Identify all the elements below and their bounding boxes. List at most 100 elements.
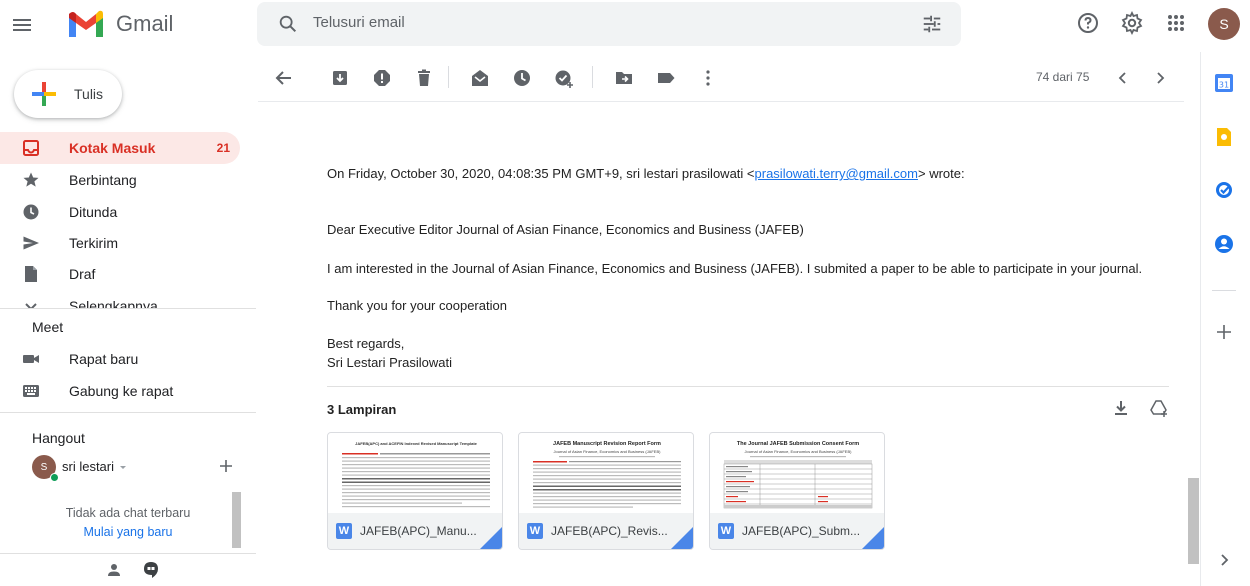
new-chat-plus-icon[interactable] — [218, 458, 234, 474]
attachment-thumbnail: The Journal JAFEB Submission Consent For… — [710, 433, 884, 513]
plus-icon — [32, 82, 56, 106]
word-doc-icon: W — [336, 523, 352, 539]
app-header: Gmail S — [0, 0, 1250, 50]
online-status-dot — [50, 473, 59, 482]
settings-icon[interactable] — [1120, 11, 1144, 35]
main-menu-icon[interactable] — [10, 13, 34, 37]
sidebar-item-label: Berbintang — [69, 172, 137, 188]
tasks-icon[interactable] — [1214, 180, 1234, 200]
attachment-thumbnail: JAFEB(APC) and ACEFIN Indexed Revised Ma… — [328, 433, 502, 513]
sidebar-item-snoozed[interactable]: Ditunda — [0, 196, 240, 228]
attachment-name-bar: W JAFEB(APC)_Revis... — [519, 513, 693, 549]
sidebar-item-starred[interactable]: Berbintang — [0, 164, 240, 196]
meet-join-meeting[interactable]: Gabung ke rapat — [0, 375, 240, 407]
sidebar-item-label: Selengkapnya — [69, 298, 158, 308]
snooze-clock-icon[interactable] — [512, 68, 532, 88]
file-corner-icon — [480, 527, 502, 549]
start-new-chat-link[interactable]: Mulai yang baru — [30, 525, 226, 539]
attachments-title: 3 Lampiran — [327, 402, 397, 417]
draft-icon — [22, 265, 40, 283]
newer-chevron-icon[interactable] — [1113, 68, 1133, 88]
attachment-card[interactable]: The Journal JAFEB Submission Consent For… — [709, 432, 885, 550]
search-input[interactable] — [313, 14, 873, 31]
meet-new-meeting-label: Rapat baru — [69, 351, 139, 367]
contacts-icon[interactable] — [1214, 234, 1234, 254]
delete-icon[interactable] — [414, 68, 434, 88]
hangout-section-title: Hangout — [32, 430, 85, 446]
sidebar-item-sent[interactable]: Terkirim — [0, 227, 240, 259]
word-doc-icon: W — [718, 523, 734, 539]
meet-section-title: Meet — [32, 319, 64, 335]
attachment-card[interactable]: JAFEB Manuscript Revision Report Form Jo… — [518, 432, 694, 550]
star-icon — [22, 171, 40, 189]
sidebar-item-label: Ditunda — [69, 204, 118, 220]
search-options-icon[interactable] — [921, 13, 943, 35]
clock-icon — [22, 203, 40, 221]
email-greeting: Dear Executive Editor Journal of Asian F… — [327, 222, 804, 237]
sidebar-divider — [0, 308, 256, 309]
side-panel-border — [1200, 52, 1201, 586]
keyboard-icon — [22, 382, 40, 400]
get-addons-plus-icon[interactable] — [1214, 322, 1234, 342]
quoted-header-suffix: > wrote: — [917, 166, 965, 181]
toolbar-divider — [448, 66, 449, 88]
attachment-name-bar: W JAFEB(APC)_Subm... — [710, 513, 884, 549]
sidebar-item-more[interactable]: Selengkapnya — [0, 290, 240, 308]
sender-email-link[interactable]: prasilowati.terry@gmail.com — [755, 166, 918, 181]
help-icon[interactable] — [1076, 11, 1100, 35]
sidebar-item-label: Terkirim — [69, 235, 118, 251]
video-camera-icon — [22, 350, 40, 368]
calendar-icon[interactable]: 31 — [1214, 73, 1234, 93]
send-icon — [22, 234, 40, 252]
toolbar-divider — [592, 66, 593, 88]
compose-label: Tulis — [74, 86, 104, 102]
move-to-folder-icon[interactable] — [614, 68, 634, 88]
download-all-icon[interactable] — [1112, 399, 1130, 417]
form-preview-grid — [723, 456, 873, 509]
file-corner-icon — [862, 527, 884, 549]
attachment-name-bar: W JAFEB(APC)_Manu... — [328, 513, 502, 549]
attachment-thumbnail: JAFEB Manuscript Revision Report Form Jo… — [519, 433, 693, 513]
show-side-panel-chevron-icon[interactable] — [1214, 550, 1234, 570]
person-icon[interactable] — [106, 562, 122, 578]
hangout-scrollbar[interactable] — [232, 492, 241, 548]
hangout-user-menu[interactable]: sri lestari — [62, 459, 128, 474]
caret-down-icon — [120, 465, 127, 469]
add-task-icon[interactable] — [554, 68, 574, 88]
back-arrow-icon[interactable] — [274, 68, 294, 88]
keep-icon[interactable] — [1214, 127, 1234, 147]
app-name: Gmail — [116, 11, 174, 36]
archive-icon[interactable] — [330, 68, 350, 88]
sidebar-item-drafts[interactable]: Draf — [0, 258, 240, 290]
attachment-name: JAFEB(APC)_Revis... — [551, 524, 668, 538]
sidebar-item-label: Kotak Masuk — [69, 140, 156, 156]
compose-button[interactable]: Tulis — [14, 70, 122, 118]
hangouts-chat-icon[interactable] — [142, 561, 160, 579]
add-to-drive-icon[interactable] — [1150, 399, 1168, 417]
label-icon[interactable] — [656, 68, 676, 88]
more-options-icon[interactable] — [698, 68, 718, 88]
inbox-icon — [22, 139, 40, 157]
no-recent-chats-text: Tidak ada chat terbaru — [65, 506, 191, 520]
quoted-header: On Friday, October 30, 2020, 04:08:35 PM… — [327, 166, 965, 181]
search-bar[interactable] — [257, 2, 961, 46]
main-scrollbar[interactable] — [1188, 478, 1199, 564]
document-preview-lines — [533, 456, 681, 508]
gmail-m-icon — [69, 10, 103, 37]
email-signature: Sri Lestari Prasilowati — [327, 355, 452, 370]
sidebar-item-more-row: Selengkapnya — [0, 290, 240, 308]
report-spam-icon[interactable] — [372, 68, 392, 88]
account-avatar[interactable]: S — [1208, 8, 1240, 40]
sidebar-item-label: Draf — [69, 266, 96, 282]
apps-grid-icon[interactable] — [1164, 11, 1188, 35]
older-chevron-icon[interactable] — [1150, 68, 1170, 88]
file-corner-icon — [671, 527, 693, 549]
search-icon[interactable] — [277, 13, 299, 35]
sidebar-item-inbox[interactable]: Kotak Masuk 21 — [0, 132, 240, 164]
meet-new-meeting[interactable]: Rapat baru — [0, 343, 240, 375]
gmail-logo[interactable]: Gmail — [66, 7, 173, 41]
attachment-card[interactable]: JAFEB(APC) and ACEFIN Indexed Revised Ma… — [327, 432, 503, 550]
meet-join-meeting-label: Gabung ke rapat — [69, 383, 174, 399]
sidebar-divider — [0, 553, 256, 554]
mark-unread-icon[interactable] — [470, 68, 490, 88]
